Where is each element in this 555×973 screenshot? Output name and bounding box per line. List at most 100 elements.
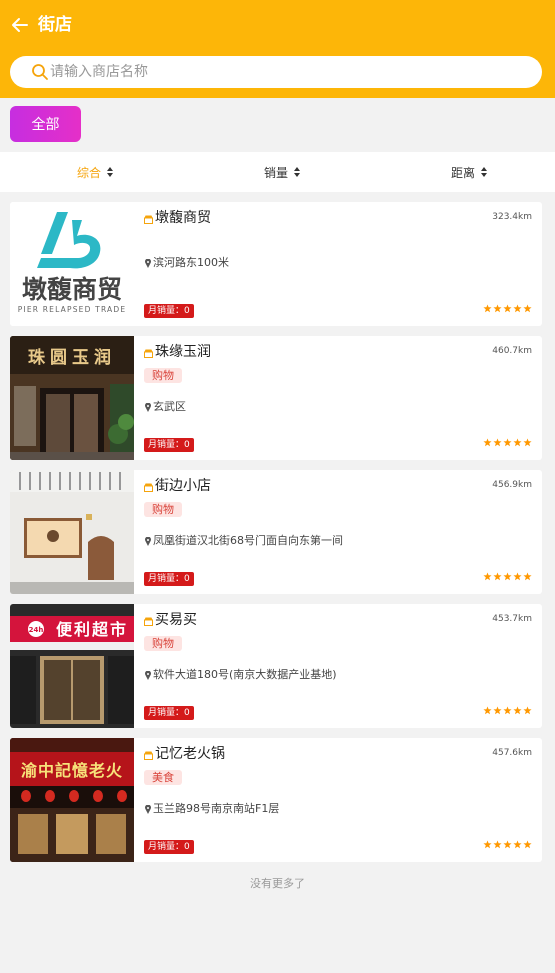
shop-sign-text: 珠圆玉润	[28, 347, 116, 368]
app-header: 街店	[0, 0, 555, 98]
store-name-label: 买易买	[155, 612, 197, 628]
store-icon	[144, 617, 153, 626]
location-pin-icon	[145, 402, 151, 412]
category-tag: 美食	[144, 770, 182, 785]
star-icon	[513, 438, 522, 447]
star-icon	[503, 706, 512, 715]
star-icon	[523, 840, 532, 849]
star-icon	[503, 840, 512, 849]
sort-arrows-icon	[481, 167, 489, 177]
store-photo: 珠圆玉润	[10, 336, 134, 460]
location-pin-icon	[145, 258, 151, 268]
star-icon	[493, 706, 502, 715]
store-photo: 24h 便利超市	[10, 604, 134, 728]
logo-subtitle: PIER RELAPSED TRADE	[18, 305, 127, 314]
star-icon	[523, 438, 532, 447]
star-icon	[483, 572, 492, 581]
store-distance: 457.6km	[492, 748, 532, 758]
sign-badge-24h: 24h	[29, 626, 44, 634]
star-icon	[493, 304, 502, 313]
store-distance: 323.4km	[492, 212, 532, 222]
star-icon	[493, 438, 502, 447]
sort-tab-label: 距离	[451, 165, 476, 180]
rating-stars	[482, 438, 532, 447]
store-name-label: 珠缘玉润	[155, 344, 211, 360]
star-icon	[483, 706, 492, 715]
star-icon	[523, 304, 532, 313]
store-address: 凤凰街道汉北街68号门面自向东第一间	[145, 534, 343, 548]
no-more-text: 没有更多了	[250, 877, 305, 890]
store-card[interactable]: 珠圆玉润 珠缘玉润 460.7km 购物 玄武区 月销量：0	[10, 336, 542, 460]
monthly-sales-badge: 月销量：0	[144, 304, 194, 318]
store-name[interactable]: 珠缘玉润	[144, 342, 211, 362]
store-card[interactable]: 渝中記憶老火 记忆老火锅 457.6km 美食 玉兰路98号南京南站F1层 月销…	[10, 738, 542, 862]
search-input[interactable]	[50, 56, 520, 88]
star-icon	[523, 706, 532, 715]
store-address-text: 软件大道180号(南京大数据产业基地)	[153, 668, 337, 681]
store-photo	[10, 470, 134, 594]
store-name[interactable]: 街边小店	[144, 476, 211, 496]
page-title: 街店	[38, 15, 72, 35]
shop-sign-text: 便利超市	[56, 620, 128, 639]
monthly-sales-badge: 月销量：0	[144, 438, 194, 452]
category-tag: 购物	[144, 502, 182, 517]
star-icon	[483, 304, 492, 313]
star-icon	[503, 572, 512, 581]
search-icon	[32, 64, 48, 80]
sort-tab-sales[interactable]: 销量	[264, 152, 302, 192]
star-icon	[483, 438, 492, 447]
store-icon	[144, 751, 153, 760]
store-name-label: 墩馥商贸	[155, 210, 211, 226]
star-icon	[503, 304, 512, 313]
sort-tab-comprehensive[interactable]: 综合	[77, 152, 115, 192]
monthly-sales-badge: 月销量：0	[144, 572, 194, 586]
store-address: 滨河路东100米	[145, 256, 229, 270]
store-icon	[144, 349, 153, 358]
store-address-text: 玉兰路98号南京南站F1层	[153, 802, 280, 815]
sort-arrows-icon	[107, 167, 115, 177]
store-address: 玉兰路98号南京南站F1层	[145, 802, 279, 816]
store-list: 墩馥商贸 PIER RELAPSED TRADE 墩馥商贸 323.4km 滨河…	[10, 202, 542, 872]
category-chip-all[interactable]: 全部	[10, 106, 81, 142]
star-icon	[493, 572, 502, 581]
store-card[interactable]: 墩馥商贸 PIER RELAPSED TRADE 墩馥商贸 323.4km 滨河…	[10, 202, 542, 326]
rating-stars	[482, 840, 532, 849]
store-logo-image: 墩馥商贸 PIER RELAPSED TRADE	[10, 202, 134, 326]
location-pin-icon	[145, 670, 151, 680]
category-tag: 购物	[144, 368, 182, 383]
store-photo: 渝中記憶老火	[10, 738, 134, 862]
store-address: 玄武区	[145, 400, 186, 414]
star-icon	[523, 572, 532, 581]
store-card[interactable]: 24h 便利超市 买易买 453.7km 购物 软件大道180号(南京大数据产业…	[10, 604, 542, 728]
sort-tab-label: 综合	[77, 165, 102, 180]
star-icon	[513, 706, 522, 715]
rating-stars	[482, 572, 532, 581]
store-name[interactable]: 记忆老火锅	[144, 744, 225, 764]
back-arrow-icon[interactable]	[9, 14, 31, 36]
store-distance: 460.7km	[492, 346, 532, 356]
store-address-text: 滨河路东100米	[153, 256, 229, 269]
store-name[interactable]: 墩馥商贸	[144, 208, 211, 228]
star-icon	[513, 840, 522, 849]
location-pin-icon	[145, 804, 151, 814]
search-bar[interactable]	[10, 56, 542, 88]
store-icon	[144, 483, 153, 492]
sort-tab-label: 销量	[264, 165, 289, 180]
sort-tab-distance[interactable]: 距离	[451, 152, 489, 192]
store-name[interactable]: 买易买	[144, 610, 197, 630]
shop-sign-text: 渝中記憶老火	[21, 761, 123, 780]
store-name-label: 街边小店	[155, 478, 211, 494]
store-name-label: 记忆老火锅	[155, 746, 225, 762]
star-icon	[483, 840, 492, 849]
store-distance: 456.9km	[492, 480, 532, 490]
store-card[interactable]: 街边小店 456.9km 购物 凤凰街道汉北街68号门面自向东第一间 月销量：0	[10, 470, 542, 594]
star-icon	[493, 840, 502, 849]
location-pin-icon	[145, 536, 151, 546]
sort-arrows-icon	[294, 167, 302, 177]
monthly-sales-badge: 月销量：0	[144, 840, 194, 854]
star-icon	[513, 572, 522, 581]
store-address: 软件大道180号(南京大数据产业基地)	[145, 668, 337, 682]
star-icon	[513, 304, 522, 313]
monthly-sales-badge: 月销量：0	[144, 706, 194, 720]
store-icon	[144, 215, 153, 224]
